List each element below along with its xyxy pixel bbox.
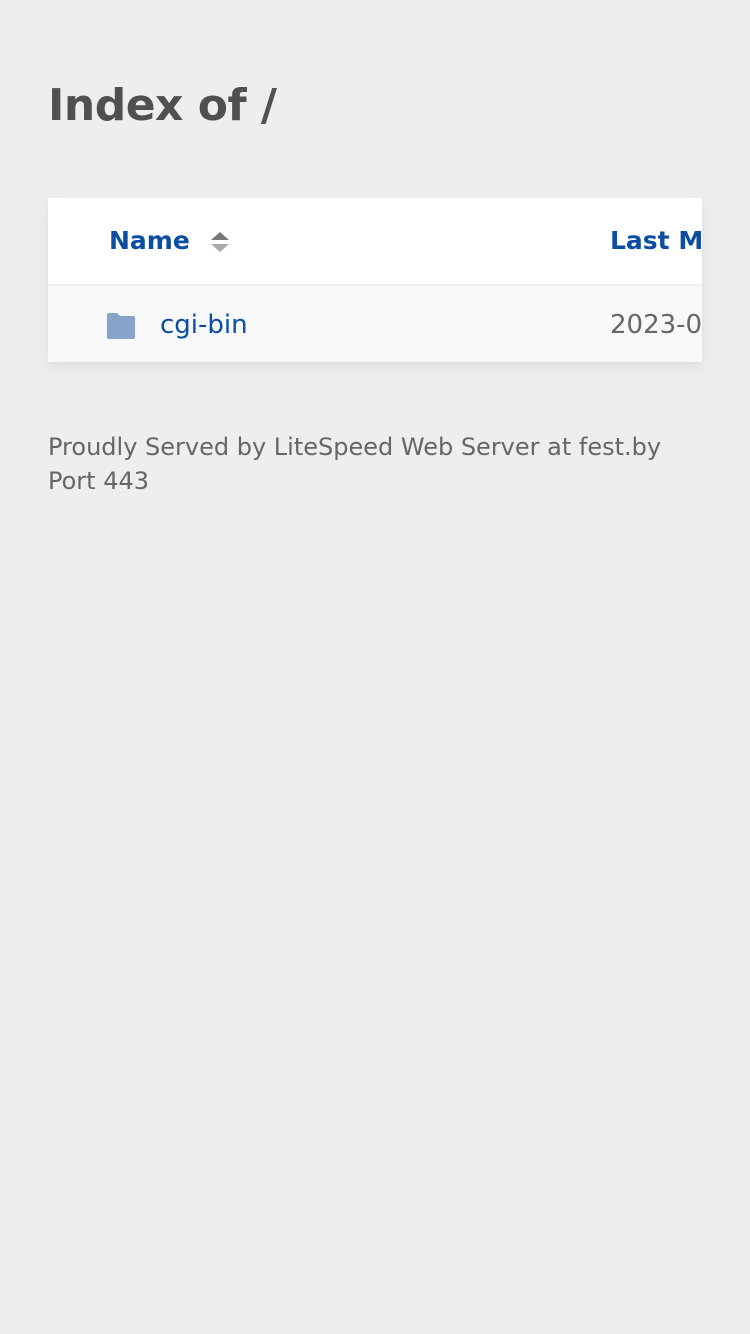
entry-last-modified: 2023-06 bbox=[610, 310, 702, 340]
folder-icon bbox=[107, 313, 135, 339]
table-header: Name Last Mo bbox=[48, 198, 702, 286]
file-listing-table: Name Last Mo cgi-bin 2023-06 bbox=[48, 198, 702, 362]
page: Index of / Name Last Mo cgi-bin 2023-06 … bbox=[0, 0, 750, 1334]
column-header-name[interactable]: Name bbox=[109, 224, 190, 258]
sort-arrows-icon[interactable] bbox=[210, 231, 230, 253]
entry-link-cgi-bin[interactable]: cgi-bin bbox=[160, 308, 248, 342]
server-footer: Proudly Served by LiteSpeed Web Server a… bbox=[48, 433, 662, 495]
page-title: Index of / bbox=[48, 80, 277, 131]
column-header-last-modified[interactable]: Last Mo bbox=[610, 224, 702, 258]
table-row: cgi-bin 2023-06 bbox=[48, 286, 702, 362]
